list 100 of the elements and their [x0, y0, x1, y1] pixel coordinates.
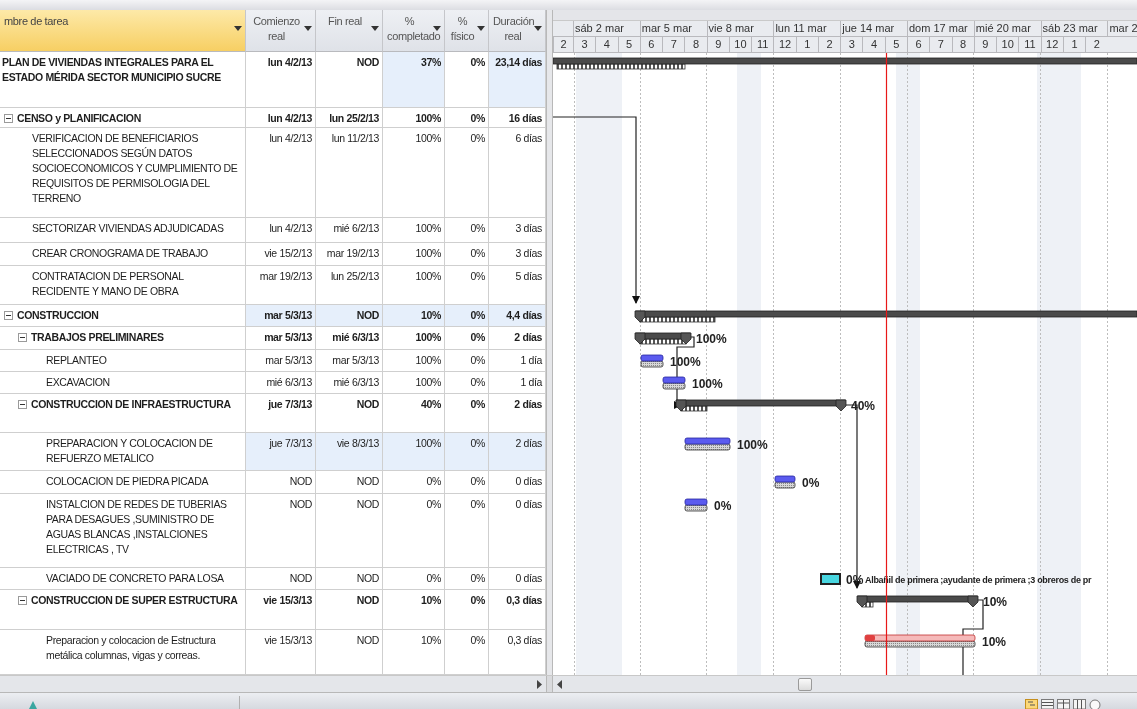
- table-cell: 100%: [383, 372, 445, 393]
- timescale-label: 5: [626, 38, 633, 50]
- table-cell: lun 25/2/13: [316, 266, 383, 304]
- table-cell: 100%: [383, 327, 445, 349]
- table-cell: 40%: [383, 394, 445, 432]
- table-cell: NOD: [316, 471, 383, 493]
- table-cell: mié 6/3/13: [246, 372, 316, 393]
- column-header[interactable]: Fin real: [316, 10, 383, 52]
- task-usage-icon[interactable]: [1041, 699, 1054, 709]
- table-cell: NOD: [316, 568, 383, 589]
- table-cell: jue 7/3/13: [246, 433, 316, 470]
- timescale-label: dom 17 mar: [909, 22, 968, 34]
- table-cell: 0%: [445, 494, 489, 567]
- dropdown-arrow-icon[interactable]: [304, 26, 312, 31]
- task-name: Preparacion y colocacion de Estructura metálica columnas, vigas y correas.: [46, 633, 217, 663]
- task-name: COLOCACION DE PIEDRA PICADA: [46, 474, 209, 489]
- column-header[interactable]: mbre de tarea: [0, 10, 246, 52]
- summary-bar[interactable]: [856, 595, 979, 608]
- table-cell: NOD: [246, 568, 316, 589]
- dropdown-arrow-icon[interactable]: [371, 26, 379, 31]
- dropdown-arrow-icon[interactable]: [477, 26, 485, 31]
- table-cell: 100%: [383, 108, 445, 127]
- table-cell: NOD: [316, 590, 383, 629]
- task-name: VACIADO DE CONCRETO PARA LOSA: [46, 571, 224, 586]
- timescale-label: sáb 2 mar: [575, 22, 624, 34]
- collapse-icon[interactable]: [18, 596, 27, 605]
- timescale-label: 10: [734, 38, 747, 50]
- table-cell: mar 5/3/13: [246, 327, 316, 349]
- timescale-label: 11: [1024, 38, 1036, 50]
- zoom-handle-icon[interactable]: [1089, 699, 1101, 709]
- timescale-label: 11: [757, 38, 769, 50]
- column-header[interactable]: % completado: [383, 10, 445, 52]
- table-cell: 0%: [383, 568, 445, 589]
- summary-bar[interactable]: [634, 310, 1137, 323]
- dropdown-arrow-icon[interactable]: [234, 26, 242, 31]
- task-name: PLAN DE VIVIENDAS INTEGRALES PARA EL ESTADO MÉRIDA SECTOR MUNICIPIO SUCRE: [2, 55, 222, 85]
- task-name: CONTRATACION DE PERSONAL RECIDENTE Y MANO DE OBRA: [32, 269, 185, 299]
- resource-sheet-icon[interactable]: [1073, 699, 1086, 709]
- column-header[interactable]: % físico: [445, 10, 489, 52]
- table-cell: 0%: [445, 305, 489, 326]
- collapse-icon[interactable]: [18, 400, 27, 409]
- timescale-label: 4: [603, 38, 610, 50]
- table-cell: 4,4 días: [489, 305, 546, 326]
- summary-bar[interactable]: [553, 57, 1137, 70]
- task-name: EXCAVACION: [46, 375, 110, 390]
- dropdown-arrow-icon[interactable]: [433, 26, 441, 31]
- collapse-icon[interactable]: [4, 311, 13, 320]
- timescale-label: 8: [960, 38, 967, 50]
- task-name: PREPARACION Y COLOCACION DE REFUERZO METALICO: [46, 436, 214, 466]
- table-cell: 10%: [383, 630, 445, 674]
- timescale-label: 7: [670, 38, 677, 50]
- table-cell: 100%: [383, 433, 445, 470]
- table-cell: NOD: [316, 630, 383, 674]
- timescale-label: jue 14 mar: [842, 22, 895, 34]
- scroll-arrow-icon[interactable]: [557, 679, 562, 689]
- collapse-icon[interactable]: [18, 333, 27, 342]
- table-cell: 2 días: [489, 433, 546, 470]
- critical-task-bar[interactable]: [864, 634, 976, 648]
- summary-bar[interactable]: [675, 399, 847, 412]
- timescale-label: 5: [893, 38, 900, 50]
- timescale-label: 8: [692, 38, 699, 50]
- bar-label: 100%: [696, 332, 727, 346]
- table-cell: NOD: [316, 394, 383, 432]
- bar-label: 10%: [983, 595, 1008, 609]
- task-bar[interactable]: [640, 354, 664, 368]
- timescale-label: 1: [1071, 38, 1078, 50]
- table-cell: 0%: [445, 128, 489, 217]
- bar-label: 10%: [982, 635, 1007, 649]
- column-header[interactable]: Comienzo real: [246, 10, 316, 52]
- manual-task-bar[interactable]: [820, 573, 841, 585]
- scroll-arrow-icon[interactable]: [537, 679, 542, 689]
- table-cell: 0%: [445, 630, 489, 674]
- column-header[interactable]: Duración real: [489, 10, 546, 52]
- task-bar[interactable]: [774, 475, 796, 489]
- timescale-label: mar 2: [1109, 22, 1137, 34]
- table-cell: lun 4/2/13: [246, 218, 316, 242]
- table-cell: 0%: [383, 471, 445, 493]
- summary-bar[interactable]: [634, 332, 692, 345]
- table-cell: 100%: [383, 218, 445, 242]
- timescale-label: 3: [581, 38, 588, 50]
- collapse-icon[interactable]: [4, 114, 13, 123]
- task-name: TRABAJOS PRELIMINARES: [31, 330, 164, 345]
- table-cell: NOD: [316, 305, 383, 326]
- task-bar[interactable]: [684, 437, 731, 451]
- timescale-label: vie 8 mar: [708, 22, 754, 34]
- dropdown-arrow-icon[interactable]: [534, 26, 542, 31]
- timescale-label: 2: [1093, 38, 1100, 50]
- table-cell: 0%: [445, 218, 489, 242]
- table-cell: NOD: [246, 494, 316, 567]
- table-cell: 10%: [383, 305, 445, 326]
- table-cell: mié 6/2/13: [316, 218, 383, 242]
- task-name: VERIFICACION DE BENEFICIARIOS SELECCIONADOS SEGÚN DATOS SOCIOECONOMICOS Y CUMPLIMIENTO DE REQUISITOS DE PERMISOLOGIA DEL TERRENO: [32, 131, 239, 206]
- table-cell: 0%: [445, 372, 489, 393]
- scroll-thumb[interactable]: [798, 677, 812, 691]
- timescale-label: 6: [648, 38, 655, 50]
- task-bar[interactable]: [662, 376, 686, 390]
- task-bar[interactable]: [684, 498, 708, 512]
- table-cell: mar 19/2/13: [316, 243, 383, 265]
- table-cell: 0%: [383, 494, 445, 567]
- team-planner-icon[interactable]: [1057, 699, 1070, 709]
